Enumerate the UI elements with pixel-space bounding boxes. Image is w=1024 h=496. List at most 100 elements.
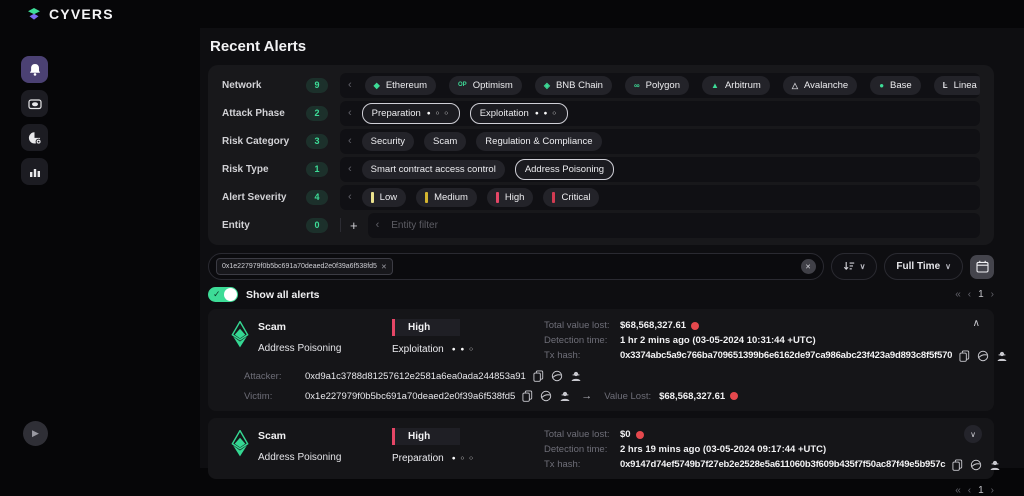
risk-type-chip-smart-contract[interactable]: Smart contract access control: [362, 160, 505, 179]
prev-page-button[interactable]: ‹: [968, 289, 971, 300]
network-chip-ethereum[interactable]: ◆ Ethereum: [365, 76, 436, 95]
copy-icon[interactable]: [959, 350, 970, 362]
network-chip-optimism[interactable]: OP Optimism: [449, 76, 522, 95]
network-chip-avalanche[interactable]: △ Avalanche: [783, 76, 857, 95]
severity-chip-low[interactable]: Low: [362, 188, 406, 207]
copy-icon[interactable]: [522, 390, 533, 402]
attacker-address: 0xd9a1c3788d81257612e2581a6ea0ada244853a…: [305, 371, 526, 382]
network-chip-linea[interactable]: Ŀ Linea: [934, 76, 980, 95]
bar-chart-icon: [28, 165, 42, 179]
first-page-button[interactable]: «: [955, 485, 961, 496]
search-tag[interactable]: 0x1e227979f0b5bc691a70deaed2e0f39a6f538f…: [216, 258, 393, 275]
chevron-left-icon[interactable]: ‹: [376, 219, 380, 231]
first-page-button[interactable]: «: [955, 289, 961, 300]
sort-button[interactable]: ∨: [831, 253, 878, 280]
alert-risk-type: Address Poisoning: [258, 452, 392, 463]
investigate-icon[interactable]: [989, 459, 1001, 471]
filter-label: Risk Category: [222, 136, 306, 147]
close-icon[interactable]: ✕: [381, 263, 387, 271]
next-page-button[interactable]: ›: [991, 485, 994, 496]
collapse-card-button[interactable]: ∧: [973, 318, 980, 329]
expand-card-button[interactable]: ∨: [964, 425, 982, 443]
network-chip-base[interactable]: ● Base: [870, 76, 921, 95]
filter-label: Risk Type: [222, 164, 306, 175]
chevron-left-icon[interactable]: ‹: [348, 191, 352, 203]
calendar-button[interactable]: [970, 255, 994, 279]
copy-icon[interactable]: [952, 459, 963, 471]
filter-label: Network: [222, 80, 306, 91]
investigate-icon[interactable]: [559, 390, 571, 402]
chevron-up-icon: ∧: [973, 318, 980, 329]
chevron-left-icon[interactable]: ‹: [348, 79, 352, 91]
severity-bar: [425, 192, 428, 203]
explorer-icon[interactable]: [977, 350, 989, 362]
bnb-chain-icon: ◈: [544, 81, 550, 90]
total-value-lost: $0: [620, 429, 631, 440]
explorer-icon[interactable]: [970, 459, 982, 471]
severity-chip-medium[interactable]: Medium: [416, 188, 477, 207]
close-icon: ✕: [805, 263, 811, 271]
chip-label: Ethereum: [386, 80, 427, 91]
add-entity-button[interactable]: +: [350, 218, 358, 233]
attack-phase-chip-preparation[interactable]: Preparation ● ○ ○: [362, 103, 460, 124]
chip-label: Critical: [561, 192, 590, 203]
check-icon: ✓: [213, 289, 221, 300]
copy-icon[interactable]: [533, 370, 544, 382]
show-all-alerts-toggle[interactable]: ✓: [208, 287, 238, 302]
severity-chip-high[interactable]: High: [487, 188, 534, 207]
network-chip-bnb-chain[interactable]: ◈ BNB Chain: [535, 76, 612, 95]
search-input[interactable]: 0x1e227979f0b5bc691a70deaed2e0f39a6f538f…: [208, 253, 824, 280]
victim-row: Victim: 0x1e227979f0b5bc691a70deaed2e0f3…: [222, 390, 980, 402]
chip-label: Avalanche: [804, 80, 848, 91]
network-chip-track: ‹ ◆ Ethereum OP Optimism ◈ BNB Chain ∞ P…: [340, 73, 980, 98]
investigate-icon[interactable]: [996, 350, 1008, 362]
avalanche-icon: △: [792, 81, 798, 90]
clear-search-button[interactable]: ✕: [801, 259, 816, 274]
attack-phase-chip-track: ‹ Preparation ● ○ ○ Exploitation ● ● ○: [340, 101, 980, 126]
chevron-left-icon[interactable]: ‹: [348, 163, 352, 175]
play-button[interactable]: ▶: [23, 421, 48, 446]
chevron-down-icon: ∨: [860, 262, 866, 271]
filter-panel: Network 9 ‹ ◆ Ethereum OP Optimism ◈ BNB…: [208, 65, 994, 245]
risk-category-chip-security[interactable]: Security: [362, 132, 414, 151]
severity-chip-critical[interactable]: Critical: [543, 188, 599, 207]
network-chip-polygon[interactable]: ∞ Polygon: [625, 76, 689, 95]
risk-category-chip-track: ‹ Security Scam Regulation & Compliance: [340, 129, 980, 154]
alert-card[interactable]: Scam Address Poisoning High Preparation …: [208, 418, 994, 479]
tx-hash: 0x9147d74ef5749b7f27eb2e2528e5a611060b3f…: [620, 459, 945, 470]
filter-label: Entity: [222, 220, 306, 231]
time-range-button[interactable]: Full Time ∨: [884, 253, 963, 280]
chevron-left-icon[interactable]: ‹: [348, 107, 352, 119]
alert-phase: Preparation ● ○ ○: [392, 453, 544, 464]
chip-label: Low: [380, 192, 397, 203]
sidebar-item-alerts[interactable]: [21, 56, 48, 83]
sort-icon: [843, 261, 855, 272]
chevron-down-icon: ∨: [970, 430, 976, 439]
total-value-lost-label: Total value lost:: [544, 429, 620, 440]
risk-type-chip-address-poisoning[interactable]: Address Poisoning: [515, 159, 614, 180]
sidebar-item-reports[interactable]: [21, 158, 48, 185]
next-page-button[interactable]: ›: [991, 289, 994, 300]
ethereum-icon: ◆: [374, 81, 380, 90]
chevron-left-icon[interactable]: ‹: [348, 135, 352, 147]
prev-page-button[interactable]: ‹: [968, 485, 971, 496]
time-range-label: Full Time: [896, 261, 940, 272]
explorer-icon[interactable]: [551, 370, 563, 382]
entity-filter-input[interactable]: [389, 219, 593, 232]
network-chip-arbitrum[interactable]: ▲ Arbitrum: [702, 76, 770, 95]
risk-category-chip-regulation[interactable]: Regulation & Compliance: [476, 132, 601, 151]
chip-label: Exploitation: [480, 108, 529, 119]
attack-phase-chip-exploitation[interactable]: Exploitation ● ● ○: [470, 103, 568, 124]
alert-category: Scam: [258, 430, 392, 442]
alert-card[interactable]: Scam Address Poisoning High Exploitation…: [208, 309, 994, 411]
tx-hash-label: Tx hash:: [544, 350, 620, 361]
filter-count-badge: 3: [306, 134, 328, 149]
sidebar-item-analytics[interactable]: [21, 124, 48, 151]
chevron-down-icon: ∨: [945, 262, 951, 271]
detection-time: 2 hrs 19 mins ago (03-05-2024 09:17:44 +…: [620, 444, 826, 455]
risk-category-chip-scam[interactable]: Scam: [424, 132, 466, 151]
sidebar-item-monitor[interactable]: [21, 90, 48, 117]
pagination-top: « ‹ 1 ›: [955, 289, 994, 300]
explorer-icon[interactable]: [540, 390, 552, 402]
investigate-icon[interactable]: [570, 370, 582, 382]
